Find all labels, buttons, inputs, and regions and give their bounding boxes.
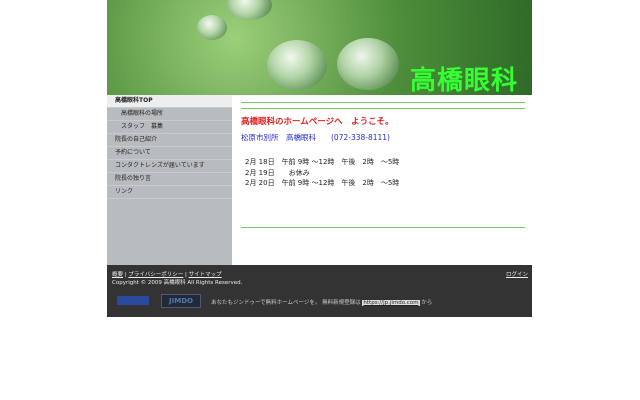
jimdo-link[interactable]: https://jp.jimdo.com — [362, 300, 420, 306]
main-content: 高橋眼科のホームページへ ようこそ。 松原市別所 高橋眼科 (072-338-8… — [232, 95, 532, 265]
divider — [241, 102, 525, 103]
site-logo[interactable]: 高橋眼科 — [410, 60, 518, 95]
schedule-row: 2月 20日 午前 9時 ～12時 午後 2時 ～5時 — [245, 179, 400, 187]
nav-item-contact-lens[interactable]: コンタクトレンズが届いています — [107, 160, 232, 173]
address-line: 松原市別所 高橋眼科 (072-338-8111) — [241, 133, 390, 142]
divider — [241, 108, 525, 109]
nav-item-director-intro[interactable]: 院長の自己紹介 — [107, 134, 232, 147]
footer: 概要 | プライバシーポリシー | サイトマップ Copyright © 200… — [107, 265, 532, 317]
nav-item-director-blog[interactable]: 院長の独り言 — [107, 173, 232, 186]
login-link[interactable]: ログイン — [506, 270, 528, 278]
copyright: Copyright © 2009 高橋眼科 All Rights Reserve… — [112, 280, 243, 286]
schedule-row: 2月 19日 お休み — [245, 168, 310, 177]
nav-item-location[interactable]: 高橋眼科の場所 — [107, 108, 232, 121]
water-drop-image — [337, 38, 399, 90]
nav-item-reservation[interactable]: 予約について — [107, 147, 232, 160]
promo-end: から — [419, 300, 433, 306]
nav-item-top[interactable]: 高橋眼科TOP — [107, 95, 232, 108]
nav-item-staff-recruit[interactable]: スタッフ 募集 — [107, 121, 232, 134]
schedule: 2月 18日 午前 9時 ～12時 午後 2時 ～5時 2月 19日 お休み 2… — [245, 157, 399, 189]
nav-item-links[interactable]: リンク — [107, 186, 232, 199]
header-banner: 高橋眼科 — [107, 0, 532, 95]
jimdo-promo: あなたもジンドゥーで無料ホームページを。 無料新規登録は https://jp.… — [211, 298, 432, 306]
signup-badge[interactable] — [117, 296, 149, 305]
promo-text: あなたもジンドゥーで無料ホームページを。 無料新規登録は — [211, 300, 361, 306]
schedule-row: 2月 18日 午前 9時 ～12時 午後 2時 ～5時 — [245, 158, 400, 166]
water-drop-image — [267, 40, 327, 90]
water-drop-image — [227, 0, 272, 20]
jimdo-logo[interactable]: JIMDO — [161, 294, 201, 308]
welcome-heading: 高橋眼科のホームページへ ようこそ。 — [241, 117, 394, 127]
water-drop-image — [197, 15, 227, 40]
divider — [241, 227, 525, 228]
sidebar-nav: 高橋眼科TOP 高橋眼科の場所 スタッフ 募集 院長の自己紹介 予約について コ… — [107, 95, 232, 265]
